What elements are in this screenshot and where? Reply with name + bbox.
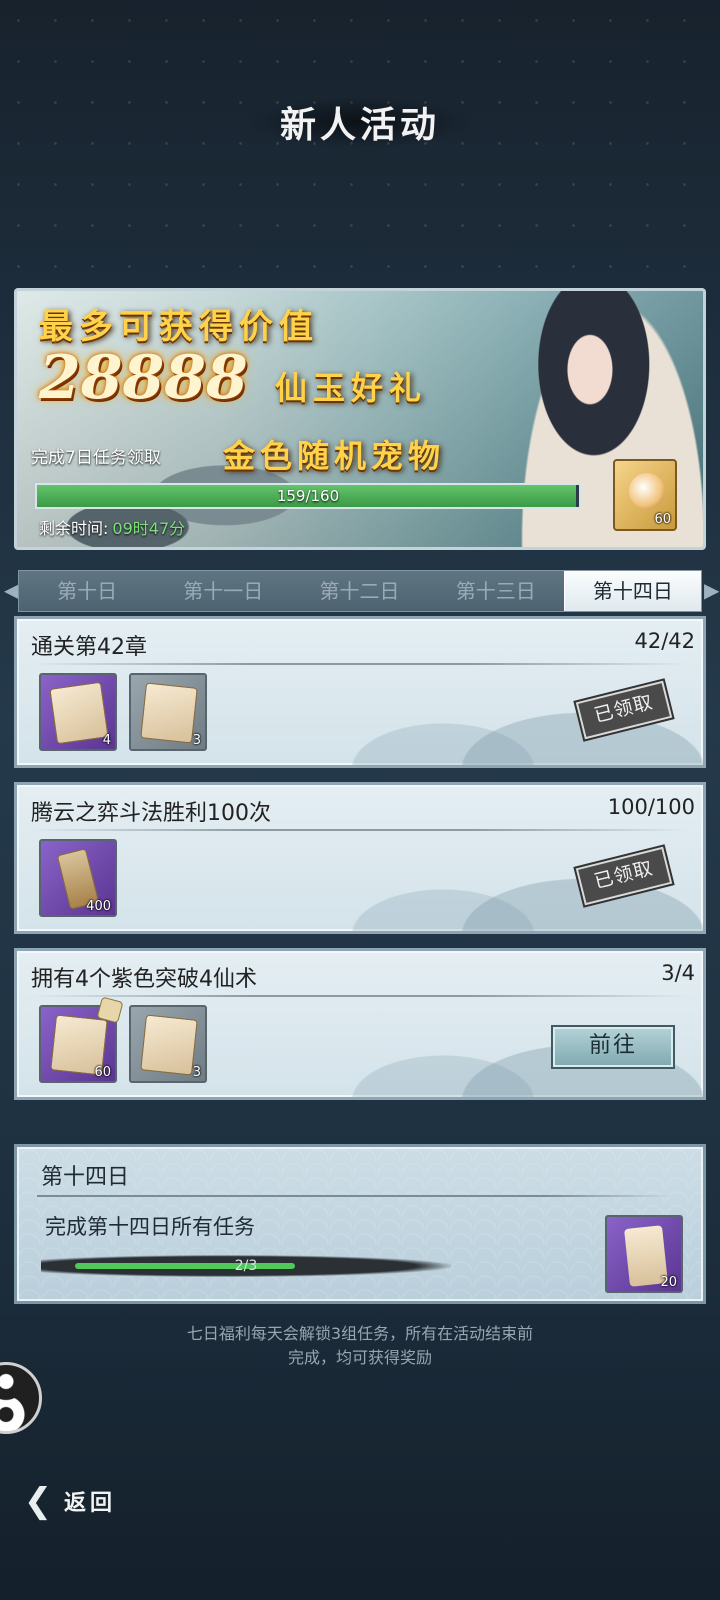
- paper-icon: [140, 682, 198, 744]
- banner-progress-text: 159/160: [276, 487, 340, 505]
- remaining-time: 剩余时间: 09时47分: [39, 515, 185, 539]
- pet-reward-count: 60: [654, 512, 671, 527]
- day-tabs: ◀ 第十日 第十一日 第十二日 第十三日 第十四日 ▶: [0, 566, 720, 614]
- reward-item-paper[interactable]: 3: [129, 1005, 207, 1083]
- remaining-time-value: 09时47分: [112, 519, 186, 538]
- tab-day-12[interactable]: 第十二日: [291, 571, 427, 611]
- task-progress-count: 42/42: [634, 629, 695, 653]
- banner-progress-bar: 159/160: [35, 483, 581, 509]
- paper-icon: [140, 1014, 198, 1076]
- reward-item-skill-scroll[interactable]: 4: [39, 673, 117, 751]
- back-arrow-icon: ❮: [23, 1481, 53, 1521]
- reward-item-paper[interactable]: 3: [129, 673, 207, 751]
- reward-item-count: 3: [192, 733, 201, 748]
- pet-reward-icon[interactable]: 60: [613, 459, 677, 531]
- tab-day-10[interactable]: 第十日: [19, 571, 155, 611]
- skill-scroll-icon: [49, 681, 109, 745]
- task-title: 通关第42章: [31, 635, 147, 660]
- tabs-right-arrow-icon[interactable]: ▶: [704, 574, 719, 606]
- reward-item-count: 60: [94, 1065, 111, 1080]
- task-progress-count: 100/100: [607, 795, 695, 819]
- divider: [31, 829, 689, 831]
- day-progress-text: 2/3: [234, 1258, 258, 1274]
- task-progress-count: 3/4: [661, 961, 695, 985]
- back-button-label: 返回: [64, 1490, 117, 1516]
- banner-amount-suffix: 仙玉好礼: [275, 369, 428, 407]
- reward-item-fragment[interactable]: 60: [39, 996, 124, 1083]
- page-title: 新人活动: [246, 96, 474, 148]
- task-title: 腾云之弈斗法胜利100次: [31, 801, 271, 826]
- tab-day-13[interactable]: 第十三日: [428, 571, 564, 611]
- task-card: 通关第42章 42/42 4 3 已领取: [14, 616, 706, 768]
- event-banner: 最多可获得价值 28888 仙玉好礼 完成7日任务领取 金色随机宠物 159/1…: [14, 288, 706, 550]
- reward-item-count: 400: [86, 899, 111, 914]
- back-button[interactable]: ❮ 返回: [18, 1478, 148, 1524]
- divider: [31, 995, 689, 997]
- footer-note: 七日福利每天会解锁3组任务，所有在活动结束前 完成，均可获得奖励: [120, 1322, 600, 1370]
- banner-character-illustration: [517, 291, 703, 547]
- golden-pet-icon: [629, 473, 665, 509]
- reward-item-scroll[interactable]: 400: [39, 839, 117, 917]
- go-button[interactable]: 前往: [551, 1025, 675, 1069]
- yin-yang-icon[interactable]: [0, 1362, 42, 1434]
- footer-note-line: 七日福利每天会解锁3组任务，所有在活动结束前: [186, 1324, 534, 1343]
- task-card: 腾云之弈斗法胜利100次 100/100 400 已领取: [14, 782, 706, 934]
- tab-day-11[interactable]: 第十一日: [155, 571, 291, 611]
- tab-day-14[interactable]: 第十四日: [563, 571, 702, 611]
- divider: [37, 1195, 673, 1197]
- divider: [31, 663, 689, 665]
- day-reward-item[interactable]: 20: [605, 1215, 683, 1293]
- day-progress-bar: 2/3: [41, 1255, 451, 1277]
- banner-headline: 最多可获得价值: [39, 307, 319, 347]
- reward-item-count: 4: [102, 733, 111, 748]
- banner-amount: 28888: [39, 343, 248, 413]
- footer-note-line: 完成，均可获得奖励: [287, 1348, 432, 1367]
- reward-item-count: 20: [660, 1275, 677, 1290]
- tabs-left-arrow-icon[interactable]: ◀: [4, 574, 19, 606]
- task-card: 拥有4个紫色突破4仙术 3/4 60 3 前往: [14, 948, 706, 1100]
- day-summary-title: 第十四日: [41, 1165, 130, 1190]
- day-summary-card: 第十四日 完成第十四日所有任务 2/3 20: [14, 1144, 706, 1304]
- remaining-time-label: 剩余时间:: [39, 519, 109, 538]
- reward-item-count: 3: [192, 1065, 201, 1080]
- banner-gold-pet-text: 金色随机宠物: [223, 437, 446, 475]
- starry-background: [0, 0, 720, 300]
- banner-task-text: 完成7日任务领取: [31, 448, 161, 468]
- task-title: 拥有4个紫色突破4仙术: [31, 967, 257, 992]
- day-summary-description: 完成第十四日所有任务: [45, 1215, 255, 1239]
